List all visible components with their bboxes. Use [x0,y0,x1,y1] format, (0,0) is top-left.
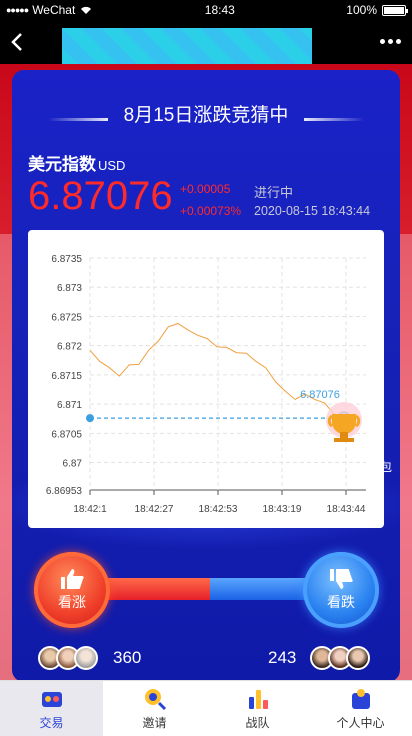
thumbs-up-icon [61,569,84,589]
thumbs-down-icon [330,569,353,589]
tab-profile[interactable]: 个人中心 [309,681,412,736]
y-tick-label: 6.8715 [51,371,82,382]
down-voter-avatars [310,646,370,670]
up-vote-count: 360 [113,648,142,667]
back-arrow-icon[interactable] [6,30,30,54]
y-tick-label: 6.872 [57,342,82,353]
vote-down-button[interactable]: 看跌 [303,552,379,628]
index-name-text: 美元指数 [28,155,96,174]
y-tick-label: 6.8705 [51,429,82,440]
tab-team[interactable]: 战队 [206,681,309,736]
tab-bar: 交易 邀请 战队 个人中心 [0,680,412,736]
x-tick-label: 18:42:53 [199,504,238,515]
current-price: 6.87076 [28,174,173,218]
vote-up-label: 看涨 [58,594,86,610]
carrier-text: WeChat [32,3,76,17]
wifi-icon [81,6,92,14]
y-tick-label: 6.8735 [51,254,82,265]
profile-icon [351,688,370,709]
up-voter-avatars [38,646,98,670]
down-vote-count: 243 [268,648,297,667]
avatar [346,646,370,670]
tab-invite[interactable]: 邀请 [103,681,206,736]
title-decoration-right [304,118,364,121]
title-row: 8月15日涨跌竞猜中 [12,100,400,127]
y-tick-label: 6.86953 [46,486,83,497]
index-name: 美元指数 USD [28,150,125,175]
status-time: 18:43 [204,3,235,17]
trophy-icon[interactable] [318,400,370,448]
nav-banner-image [62,28,312,68]
more-icon[interactable] [378,34,402,48]
x-tick-label: 18:42:27 [135,504,174,515]
change-percent: +0.00073% [180,204,242,218]
x-tick-label: 18:42:1 [73,504,107,515]
y-tick-label: 6.87 [63,459,83,470]
chart-panel: 6.8735 6.873 6.8725 6.872 6.8715 6.871 6.8705 6… [28,230,384,528]
status-bar: ●●●●● WeChat 18:43 100% [0,0,412,20]
tab-trade[interactable]: 交易 [0,681,103,736]
status-right: 100% [346,3,408,17]
index-unit: USD [98,158,126,173]
trade-icon [41,691,62,707]
avatar [74,646,98,670]
nav-bar [0,20,412,68]
current-price-start-marker [86,414,94,423]
tab-label: 个人中心 [336,715,385,730]
y-tick-label: 6.871 [57,400,82,411]
tab-label: 邀请 [142,715,167,730]
price-line [89,322,345,418]
x-tick-label: 18:43:19 [263,504,302,515]
battery-percent: 100% [346,3,377,17]
trading-status: 进行中 [254,185,294,200]
tab-label: 交易 [39,715,64,730]
y-tick-label: 6.8725 [51,312,82,323]
battery-icon [382,4,408,16]
quote-datetime: 2020-08-15 18:43:44 [254,204,371,218]
side-text: 包 [380,460,393,474]
price-chart: 6.8735 6.873 6.8725 6.872 6.8715 6.871 6.8705 6… [46,254,366,515]
vote-up-button[interactable]: 看涨 [34,552,110,628]
change-absolute: +0.00005 [180,182,231,196]
x-tick-label: 18:43:44 [327,504,366,515]
tab-label: 战队 [245,715,270,730]
invite-icon [144,688,166,710]
y-tick-label: 6.873 [57,283,82,294]
team-icon [248,689,268,709]
status-left: ●●●●● WeChat [6,3,93,17]
page-title: 8月15日涨跌竞猜中 [123,105,289,126]
vote-down-label: 看跌 [327,594,355,610]
signal-icon: ●●●●● [6,5,29,15]
